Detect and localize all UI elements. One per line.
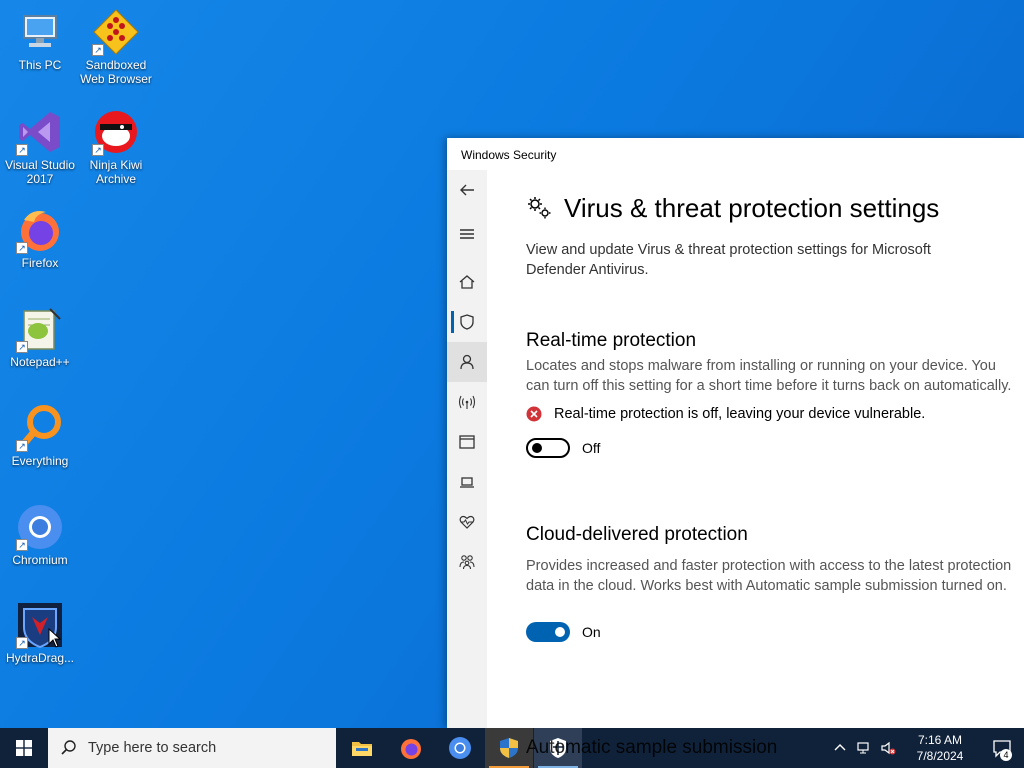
cloud-protection-description: Provides increased and faster protection… xyxy=(526,558,1012,594)
desktop-icon-hydradragon[interactable]: ↗ HydraDrag... xyxy=(0,601,80,665)
nav-virus-protection[interactable] xyxy=(447,302,487,342)
desktop: This PC ↗ Sandboxed Web Browser ↗ Visual… xyxy=(0,0,1024,728)
visual-studio-icon: ↗ xyxy=(16,108,64,156)
firefox-icon xyxy=(401,739,421,759)
system-tray: 7:16 AM 7/8/2024 4 xyxy=(828,728,1024,768)
realtime-protection-toggle[interactable] xyxy=(526,438,570,458)
browser-window-icon xyxy=(459,435,475,449)
desktop-icon-notepadpp[interactable]: ↗ Notepad++ xyxy=(0,305,80,369)
taskbar-file-explorer[interactable] xyxy=(338,728,386,768)
realtime-protection-title: Real-time protection xyxy=(526,330,697,351)
taskbar-clock[interactable]: 7:16 AM 7/8/2024 xyxy=(900,732,980,764)
realtime-toggle-label: Off xyxy=(582,440,601,456)
home-icon xyxy=(459,275,475,289)
back-button[interactable] xyxy=(447,170,487,210)
desktop-icon-everything[interactable]: ↗ Everything xyxy=(0,404,80,468)
heart-pulse-icon xyxy=(459,515,475,529)
family-icon xyxy=(459,555,475,570)
page-description: View and update Virus & threat protectio… xyxy=(526,242,931,278)
desktop-icon-this-pc[interactable]: This PC xyxy=(0,8,80,72)
hamburger-icon xyxy=(460,229,474,239)
desktop-icon-label: Notepad++ xyxy=(10,355,70,369)
desktop-icon-visual-studio[interactable]: ↗ Visual Studio 2017 xyxy=(0,108,80,186)
nav-device-performance[interactable] xyxy=(447,502,487,542)
folder-icon xyxy=(352,742,372,756)
desktop-icon-label: Firefox xyxy=(21,256,59,270)
desktop-icon-firefox[interactable]: ↗ Firefox xyxy=(0,206,80,270)
nav-home[interactable] xyxy=(447,262,487,302)
laptop-icon xyxy=(460,477,474,488)
desktop-icon-chromium[interactable]: ↗ Chromium xyxy=(0,503,80,567)
volume-muted-icon xyxy=(881,741,896,755)
realtime-warning-text: Real-time protection is off, leaving you… xyxy=(554,406,926,422)
network-button[interactable] xyxy=(852,728,876,768)
page-title: Virus & threat protection settings xyxy=(564,192,940,223)
network-icon xyxy=(857,742,869,754)
cloud-protection-section: Cloud-delivered protection Provides incr… xyxy=(526,524,1016,642)
nav-account-protection[interactable] xyxy=(447,342,487,382)
taskbar-search-box[interactable]: Type here to search xyxy=(48,728,336,768)
show-hidden-icons-button[interactable] xyxy=(828,728,852,768)
taskbar-firefox[interactable] xyxy=(387,728,435,768)
person-icon xyxy=(460,354,474,370)
ninja-kiwi-icon: ↗ xyxy=(92,108,140,156)
realtime-protection-section: Real-time protection Locates and stops m… xyxy=(526,330,1016,458)
notepadpp-icon: ↗ xyxy=(16,305,64,353)
taskbar-chromium[interactable] xyxy=(436,728,484,768)
action-center-button[interactable]: 4 xyxy=(980,728,1024,768)
desktop-icon-label: HydraDrag... xyxy=(5,651,75,665)
desktop-icon-label: Sandboxed Web Browser xyxy=(80,58,152,86)
chromium-icon xyxy=(449,737,471,759)
windows-logo-icon xyxy=(16,740,32,756)
menu-button[interactable] xyxy=(447,214,487,254)
navigation-rail xyxy=(447,170,487,728)
back-arrow-icon xyxy=(460,184,474,196)
nav-firewall[interactable] xyxy=(447,382,487,422)
page-header: Virus & threat protection settings xyxy=(526,188,1016,228)
uac-shield-icon xyxy=(500,738,518,758)
desktop-icon-label: This PC xyxy=(18,58,62,72)
cloud-protection-toggle[interactable] xyxy=(526,622,570,642)
chromium-icon: ↗ xyxy=(16,503,64,551)
realtime-protection-description: Locates and stops malware from installin… xyxy=(526,358,1012,394)
firefox-icon: ↗ xyxy=(16,206,64,254)
sandboxie-icon: ↗ xyxy=(92,8,140,56)
window-title: Windows Security xyxy=(461,148,557,162)
shield-icon xyxy=(460,314,474,330)
cloud-toggle-label: On xyxy=(582,624,601,640)
realtime-warning: Real-time protection is off, leaving you… xyxy=(526,406,1016,422)
clock-date: 7/8/2024 xyxy=(916,749,964,763)
error-icon xyxy=(526,406,542,422)
desktop-icon-label: Visual Studio 2017 xyxy=(5,158,75,186)
desktop-icon-label: Chromium xyxy=(12,553,68,567)
settings-content: Virus & threat protection settings View … xyxy=(526,188,1016,642)
search-icon xyxy=(61,740,76,755)
mouse-cursor-icon xyxy=(48,628,62,648)
clock-time: 7:16 AM xyxy=(917,733,963,747)
cloud-protection-title: Cloud-delivered protection xyxy=(526,524,748,545)
cloud-toggle-row: On xyxy=(526,622,1016,642)
desktop-icon-label: Ninja Kiwi Archive xyxy=(89,158,143,186)
wireless-icon xyxy=(458,395,476,409)
selection-indicator xyxy=(451,311,454,333)
realtime-toggle-row: Off xyxy=(526,438,1016,458)
desktop-icon-label: Everything xyxy=(11,454,69,468)
desktop-icon-sandboxed-web-browser[interactable]: ↗ Sandboxed Web Browser xyxy=(76,8,156,86)
start-button[interactable] xyxy=(0,728,48,768)
nav-family-options[interactable] xyxy=(447,542,487,582)
computer-icon xyxy=(16,8,64,56)
chevron-up-icon xyxy=(834,744,846,751)
nav-app-browser-control[interactable] xyxy=(447,422,487,462)
everything-search-icon: ↗ xyxy=(16,404,64,452)
notification-count-badge: 4 xyxy=(1000,749,1012,761)
search-placeholder: Type here to search xyxy=(88,740,217,756)
nav-device-security[interactable] xyxy=(447,462,487,502)
desktop-icon-ninja-kiwi[interactable]: ↗ Ninja Kiwi Archive xyxy=(76,108,156,186)
taskbar: Type here to search Automatic sample sub… xyxy=(0,728,1024,768)
overflow-section-title: Automatic sample submission xyxy=(526,737,778,758)
volume-button[interactable] xyxy=(876,728,900,768)
settings-gears-icon xyxy=(528,197,551,219)
windows-security-window: Windows Security Virus & threat protecti… xyxy=(447,138,1024,728)
